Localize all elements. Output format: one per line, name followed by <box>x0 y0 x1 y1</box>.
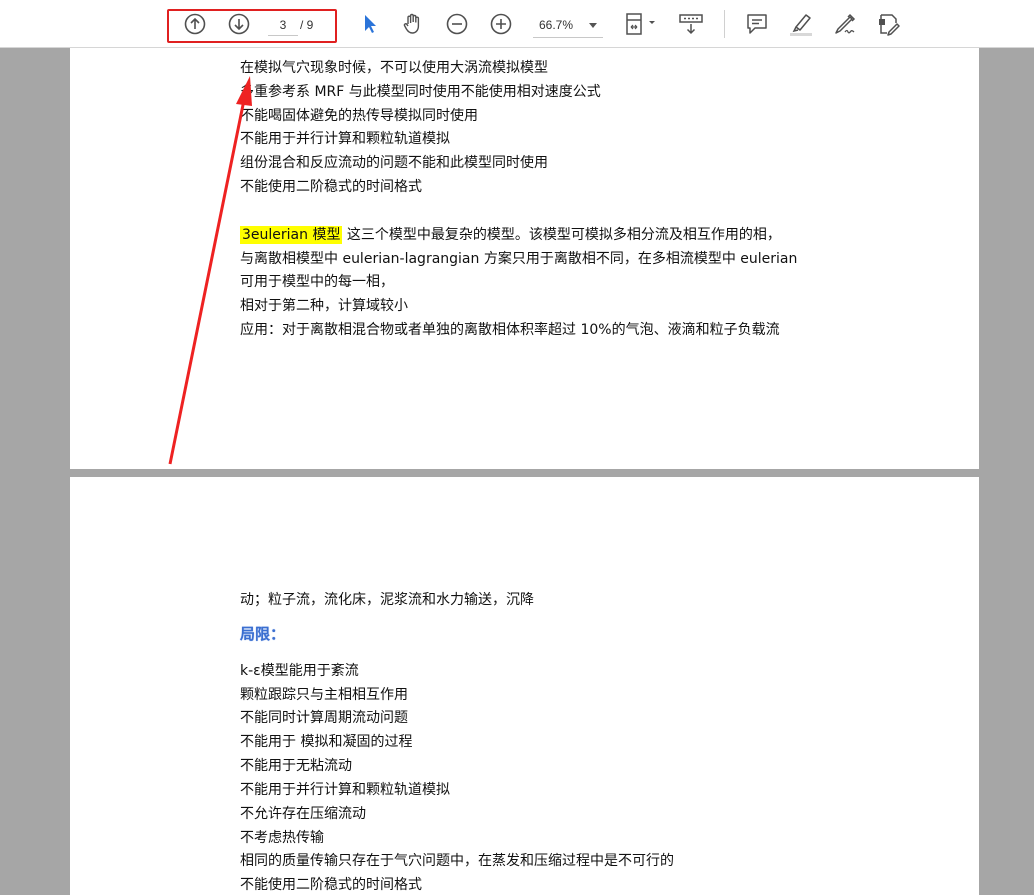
edit-pdf-button[interactable] <box>875 10 903 38</box>
page2-line: 颗粒跟踪只与主相相互作用 <box>240 687 408 703</box>
zoom-out-button[interactable] <box>443 10 471 38</box>
fit-page-icon <box>626 13 655 35</box>
hand-icon <box>403 13 420 34</box>
page2-line: 不能使用二阶稳式的时间格式 <box>240 877 422 893</box>
zoom-in-icon <box>490 13 512 35</box>
page2-line: 不能用于 模拟和凝固的过程 <box>240 734 413 750</box>
pdf-toolbar: 3 / 9 66.7% <box>0 0 1034 48</box>
page1-line: 不能喝固体避免的热传导模拟同时使用 <box>240 108 478 124</box>
zoom-out-icon <box>446 13 468 35</box>
page-nav-annotation-box <box>167 9 337 43</box>
scroll-mode-icon <box>679 14 703 35</box>
page1-line: 不能用于并行计算和颗粒轨道模拟 <box>240 131 450 147</box>
page2-line: 不允许存在压缩流动 <box>240 806 366 822</box>
toolbar-divider <box>724 10 725 38</box>
limitations-heading: 局限： <box>240 625 286 643</box>
sign-button[interactable] <box>831 10 859 38</box>
scroll-mode-button[interactable] <box>677 10 705 38</box>
zoom-level-select[interactable]: 66.7% <box>533 12 603 38</box>
eulerian-paragraph-first-line: 3eulerian 模型 这三个模型中最复杂的模型。该模型可模拟多相分流及相互作… <box>240 223 781 247</box>
highlight-button[interactable] <box>787 10 815 38</box>
page1-line: 可用于模型中的每一相， <box>240 274 394 290</box>
hand-tool-button[interactable] <box>399 10 427 38</box>
page2-line: k-ε模型能用于紊流 <box>240 663 359 679</box>
highlight-pen-icon <box>790 14 812 36</box>
page2-line: 相同的质量传输只存在于气穴问题中，在蒸发和压缩过程中是不可行的 <box>240 853 674 869</box>
pdf-page-2 <box>70 477 979 895</box>
zoom-in-button[interactable] <box>487 10 515 38</box>
page1-line: 应用：对于离散相混合物或者单独的离散相体积率超过 10%的气泡、液滴和粒子负载流 <box>240 322 780 338</box>
page1-line: 相对于第二种，计算域较小 <box>240 298 408 314</box>
select-tool-button[interactable] <box>356 10 384 38</box>
page1-line: 组份混合和反应流动的问题不能和此模型同时使用 <box>240 155 548 171</box>
comment-icon <box>747 14 767 34</box>
page1-line: 多重参考系 MRF 与此模型同时使用不能使用相对速度公式 <box>240 84 601 100</box>
page1-line: 不能使用二阶稳式的时间格式 <box>240 179 422 195</box>
zoom-level-value: 66.7% <box>539 18 574 32</box>
select-cursor-icon <box>365 15 376 33</box>
page2-line: 动；粒子流，流化床，泥浆流和水力输送，沉降 <box>240 592 534 608</box>
page2-line: 不能用于无粘流动 <box>240 758 352 774</box>
chevron-down-icon <box>589 23 597 28</box>
comment-button[interactable] <box>743 10 771 38</box>
fit-page-button[interactable] <box>622 10 660 38</box>
edit-pdf-icon <box>879 14 900 36</box>
page2-line: 不考虑热传输 <box>240 830 324 846</box>
highlighted-model-label: 3eulerian 模型 <box>240 226 343 244</box>
page1-line: 在模拟气穴现象时候，不可以使用大涡流模拟模型 <box>240 60 548 76</box>
page2-line: 不能用于并行计算和颗粒轨道模拟 <box>240 782 450 798</box>
page1-line: 与离散相模型中 eulerian-lagrangian 方案只用于离散相不同，在… <box>240 251 798 267</box>
page2-line: 不能同时计算周期流动问题 <box>240 710 408 726</box>
paragraph-text: 这三个模型中最复杂的模型。该模型可模拟多相分流及相互作用的相， <box>342 227 781 243</box>
sign-icon <box>835 13 856 34</box>
